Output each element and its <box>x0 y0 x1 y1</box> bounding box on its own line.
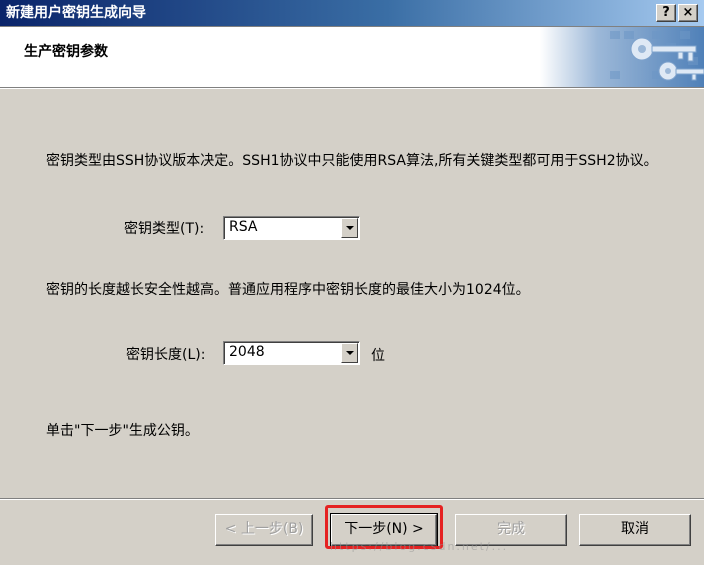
key-type-value: RSA <box>229 219 258 235</box>
key-length-unit: 位 <box>371 348 385 364</box>
key-type-label: 密钥类型(T): <box>124 221 205 237</box>
instruction-text: 单击"下一步"生成公钥。 <box>46 423 199 439</box>
chevron-down-icon[interactable] <box>341 343 358 363</box>
keys-icon <box>540 27 704 87</box>
watermark-text: https://blog.csdn.net/... <box>330 540 509 553</box>
chevron-down-icon[interactable] <box>341 218 358 238</box>
cancel-button[interactable]: 取消 <box>579 514 691 546</box>
title-bar: 新建用户密钥生成向导 ? × <box>0 0 704 27</box>
key-length-value: 2048 <box>229 344 265 360</box>
wizard-header: 生产密钥参数 <box>0 27 704 88</box>
key-length-description: 密钥的长度越长安全性越高。普通应用程序中密钥长度的最佳大小为1024位。 <box>46 282 530 298</box>
key-length-label: 密钥长度(L): <box>126 347 206 363</box>
key-type-description: 密钥类型由SSH协议版本决定。SSH1协议中只能使用RSA算法,所有关键类型都可… <box>46 153 658 169</box>
back-button[interactable]: < 上一步(B) <box>215 514 313 546</box>
help-button[interactable]: ? <box>656 4 676 22</box>
window-title: 新建用户密钥生成向导 <box>6 5 146 21</box>
key-type-select[interactable]: RSA <box>223 216 360 240</box>
close-button[interactable]: × <box>678 4 698 22</box>
header-title: 生产密钥参数 <box>24 44 108 60</box>
key-length-select[interactable]: 2048 <box>223 341 360 365</box>
button-separator <box>0 498 704 500</box>
